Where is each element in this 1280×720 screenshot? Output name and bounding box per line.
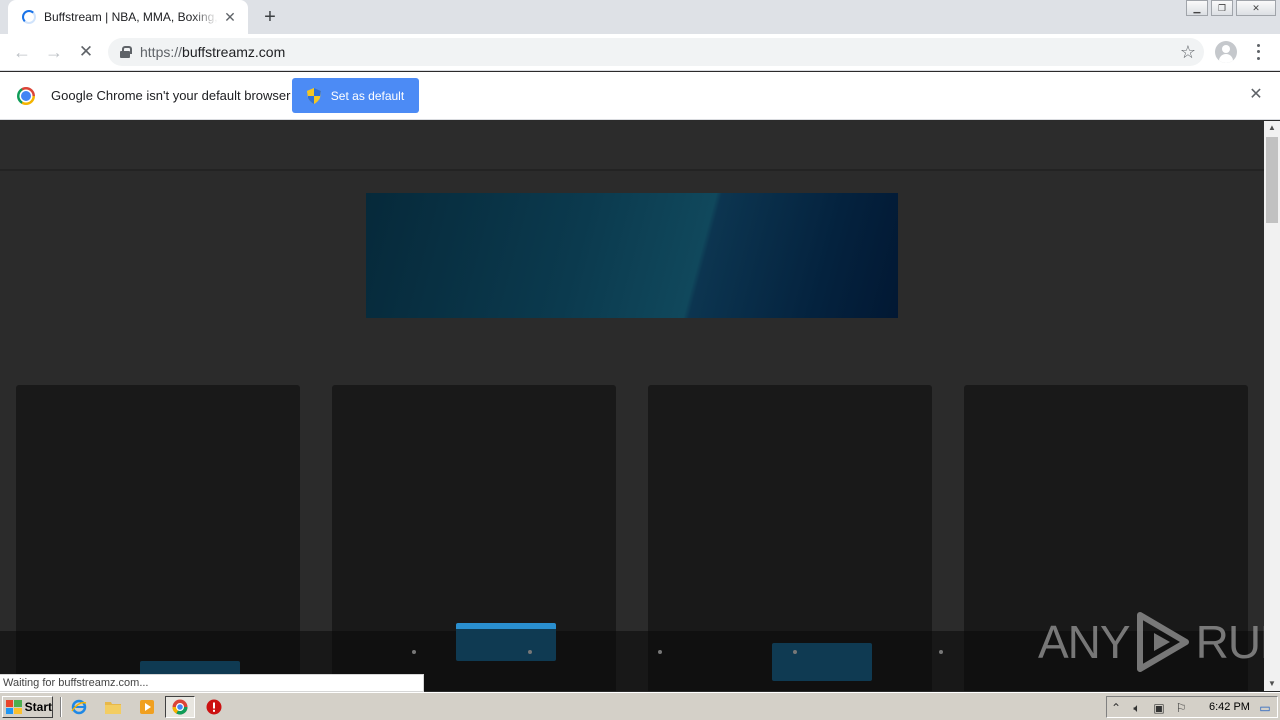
new-tab-button[interactable]: + (260, 7, 280, 27)
status-bubble: Waiting for buffstreamz.com... (0, 674, 424, 692)
opera-stop-icon[interactable] (205, 698, 223, 716)
taskbar-clock[interactable]: 6:42 PM (1209, 701, 1250, 713)
watermark-text-right: RUN (1195, 616, 1264, 668)
page-scrollbar[interactable]: ▲ ▼ (1264, 121, 1280, 691)
infobar-message: Google Chrome isn't your default browser (51, 88, 291, 103)
taskbar-separator (60, 697, 62, 717)
set-as-default-label: Set as default (330, 88, 405, 103)
back-button[interactable]: ← (10, 40, 34, 64)
loading-spinner-icon (22, 10, 36, 24)
bookmark-star-icon[interactable]: ☆ (1180, 42, 1196, 62)
scroll-thumb[interactable] (1266, 137, 1278, 223)
restore-button[interactable]: ❐ (1211, 0, 1233, 16)
placeholder-button[interactable] (772, 643, 872, 681)
system-tray: ⌃ 🔈︎ ▣ ⚐ 6:42 PM ▭ (1106, 696, 1278, 718)
site-banner[interactable] (366, 193, 898, 318)
close-window-button[interactable]: ✕ (1236, 0, 1276, 16)
media-player-icon[interactable] (138, 698, 156, 716)
chrome-taskbar-button[interactable] (165, 696, 195, 718)
play-logo-icon (1136, 612, 1189, 672)
windows-flag-icon (6, 700, 22, 714)
tab-strip: Buffstream | NBA, MMA, Boxing, NFL ✕ + ▁… (0, 0, 1280, 34)
minimize-button[interactable]: ▁ (1186, 0, 1208, 16)
scroll-up-arrow-icon[interactable]: ▲ (1264, 121, 1280, 135)
chrome-logo-icon (17, 87, 35, 105)
start-button[interactable]: Start (2, 696, 53, 718)
anyrun-watermark: ANY RUN (1038, 609, 1264, 675)
lock-icon (120, 46, 132, 58)
infobar-close-icon[interactable]: ✕ (1248, 87, 1264, 103)
tab-title: Buffstream | NBA, MMA, Boxing, NFL (44, 10, 218, 24)
carousel-dot (412, 650, 416, 654)
tab-buffstream[interactable]: Buffstream | NBA, MMA, Boxing, NFL ✕ (8, 0, 248, 34)
uac-shield-icon (306, 87, 321, 104)
network-icon[interactable]: ▣ (1151, 700, 1167, 716)
url-scheme: https:// (140, 44, 183, 60)
show-desktop-icon[interactable]: ▭ (1257, 700, 1273, 716)
carousel-dot (793, 650, 797, 654)
watermark-text-left: ANY (1038, 616, 1131, 668)
browser-toolbar: ← → ✕ https://buffstreamz.com ☆ (0, 34, 1280, 71)
action-center-flag-icon[interactable]: ⚐ (1173, 700, 1189, 716)
url-text: https://buffstreamz.com (140, 44, 285, 60)
volume-icon[interactable]: 🔈︎ (1129, 700, 1145, 716)
placeholder-button[interactable] (456, 623, 556, 661)
profile-avatar-icon[interactable] (1215, 41, 1237, 63)
file-explorer-icon[interactable] (104, 698, 122, 716)
url-host: buffstreamz.com (182, 44, 286, 60)
internet-explorer-icon[interactable] (70, 698, 88, 716)
stop-loading-button[interactable]: ✕ (74, 40, 98, 64)
menu-kebab-icon[interactable] (1250, 42, 1266, 62)
address-bar[interactable]: https://buffstreamz.com ☆ (108, 38, 1204, 66)
carousel-dot (658, 650, 662, 654)
tray-expand-icon[interactable]: ⌃ (1108, 700, 1124, 716)
tab-close-icon[interactable]: ✕ (222, 9, 238, 25)
carousel-dot (939, 650, 943, 654)
carousel-dot (528, 650, 532, 654)
scroll-down-arrow-icon[interactable]: ▼ (1264, 677, 1280, 691)
window-controls: ▁ ❐ ✕ (1183, 0, 1276, 16)
windows-taskbar: Start ⌃ 🔈︎ ▣ ⚐ 6:42 PM ▭ (0, 692, 1280, 720)
set-as-default-button[interactable]: Set as default (292, 78, 419, 113)
page-viewport: ANY RUN (0, 121, 1264, 691)
forward-button[interactable]: → (42, 40, 66, 64)
site-header (0, 121, 1264, 171)
start-label: Start (24, 700, 52, 714)
